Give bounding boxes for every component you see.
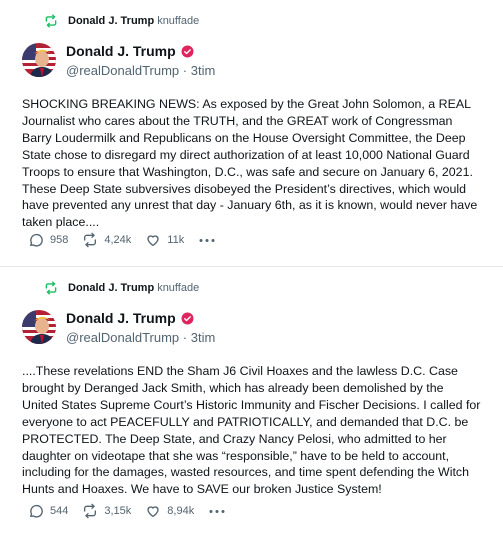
- feed: Donald J. Trump knuffade Donald J. Trump…: [0, 0, 503, 540]
- reply-icon: [30, 233, 43, 247]
- repost-count: 4,24k: [104, 234, 132, 246]
- repost-icon: [84, 503, 97, 519]
- like-count: 8,94k: [167, 505, 195, 517]
- like-button[interactable]: 11k: [145, 232, 184, 248]
- meta-separator: ·: [182, 63, 191, 78]
- post[interactable]: Donald J. Trump knuffade Donald J. Trump…: [0, 0, 503, 267]
- post[interactable]: Donald J. Trump knuffade Donald J. Trump…: [0, 267, 503, 540]
- post-header: Donald J. Trump @realDonaldTrump · 3tim: [0, 30, 503, 80]
- more-button[interactable]: [208, 507, 226, 516]
- retruth-icon: [44, 281, 58, 295]
- meta-separator: ·: [182, 330, 191, 345]
- post-header: Donald J. Trump @realDonaldTrump · 3tim: [0, 297, 503, 347]
- retruth-label: knuffade: [157, 15, 200, 27]
- author-name[interactable]: Donald J. Trump: [66, 43, 176, 59]
- repost-button[interactable]: 4,24k: [82, 232, 131, 248]
- reply-count: 544: [50, 505, 69, 517]
- retruth-header: Donald J. Trump knuffade: [0, 0, 503, 30]
- author-handle[interactable]: @realDonaldTrump: [66, 63, 179, 78]
- author-handle[interactable]: @realDonaldTrump: [66, 330, 179, 345]
- like-button[interactable]: 8,94k: [145, 503, 194, 519]
- heart-icon: [147, 506, 159, 517]
- more-button[interactable]: [198, 236, 216, 245]
- post-age[interactable]: 3tim: [191, 330, 216, 345]
- heart-icon: [147, 235, 159, 246]
- author-meta: @realDonaldTrump · 3tim: [66, 330, 215, 345]
- more-icon: [199, 238, 215, 242]
- verified-badge-icon: [181, 312, 194, 325]
- retruth-user-name[interactable]: Donald J. Trump: [68, 15, 154, 27]
- avatar[interactable]: [22, 43, 56, 77]
- like-count: 11k: [167, 234, 185, 246]
- repost-count: 3,15k: [104, 505, 132, 517]
- reply-icon: [30, 504, 43, 518]
- reply-count: 958: [50, 234, 69, 246]
- retruth-icon: [44, 14, 58, 28]
- post-actions: 958 4,24k 11k: [28, 232, 216, 248]
- verified-badge-icon: [181, 45, 194, 58]
- post-text: ....These revelations END the Sham J6 Ci…: [22, 364, 481, 497]
- avatar[interactable]: [22, 310, 56, 344]
- repost-button[interactable]: 3,15k: [82, 503, 131, 519]
- retruth-header: Donald J. Trump knuffade: [0, 267, 503, 297]
- post-text: SHOCKING BREAKING NEWS: As exposed by th…: [22, 97, 478, 230]
- retruth-label: knuffade: [157, 282, 200, 294]
- reply-button[interactable]: 958: [28, 232, 68, 248]
- post-actions: 544 3,15k 8,94k: [28, 503, 226, 519]
- repost-icon: [84, 232, 97, 248]
- post-age[interactable]: 3tim: [191, 63, 216, 78]
- retruth-user-name[interactable]: Donald J. Trump: [68, 282, 154, 294]
- author-name[interactable]: Donald J. Trump: [66, 310, 176, 326]
- author-meta: @realDonaldTrump · 3tim: [66, 63, 215, 78]
- reply-button[interactable]: 544: [28, 503, 68, 519]
- more-icon: [209, 509, 225, 513]
